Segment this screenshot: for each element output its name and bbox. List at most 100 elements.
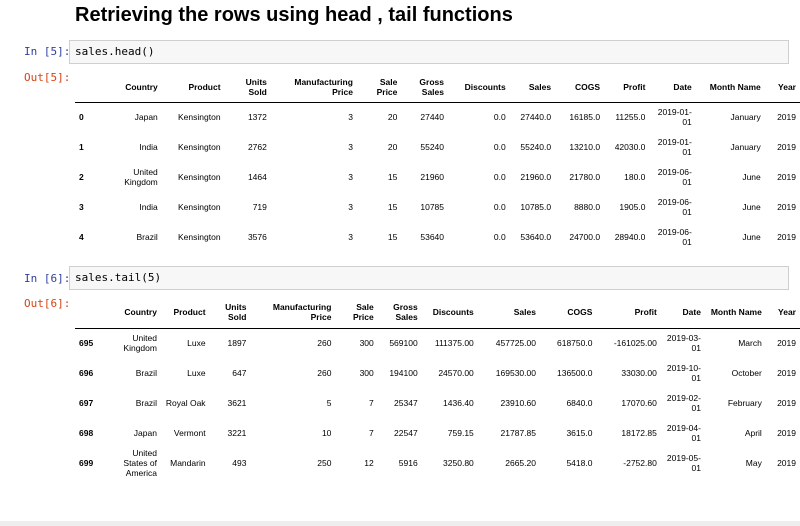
table-cell: 24570.00 [438,368,474,378]
table-cell: 3 [348,142,353,152]
table-row: 4 Brazil Kensington 3576 3 15 53640 0.0 53640.0 2… [75,222,800,252]
table-cell: 53640.0 [520,232,552,242]
input-prompt: In [6]: [24,272,71,285]
table-cell: 5916 [398,458,418,468]
table-header-row: Country Product Units Sold Manufacturing Pr… [75,297,800,328]
column-header: Gross Sales [419,76,444,97]
table-cell: Luxe [187,338,206,349]
table-cell: 136500.0 [557,368,593,378]
table-cell: 194100 [389,368,418,378]
table-cell: 2019-04-01 [666,423,701,443]
table-cell: 0.0 [493,232,506,242]
table-row: 699 United States of America Mandarin 493 25… [75,448,800,478]
table-cell: 5418.0 [566,458,593,468]
dataframe-output-table: Country Product Units Sold Manufacturing Pr… [75,297,800,478]
code-input-cell[interactable]: sales.tail(5) [69,266,789,290]
table-cell: 2019 [777,368,796,378]
table-cell: Kensington [178,232,221,242]
column-header: Product [188,81,221,92]
table-cell: 5 [326,398,332,408]
table-cell: 17070.60 [621,398,657,408]
row-index: 3 [79,202,84,212]
table-cell: 2019 [777,142,796,152]
table-cell: 0.0 [493,112,506,123]
table-cell: 55240 [420,142,444,152]
table-cell: 23910.60 [500,398,536,408]
table-cell: 55240.0 [520,142,552,152]
table-cell: Royal Oak [165,398,206,408]
table-cell: 2762 [247,142,267,152]
table-cell: 25347 [394,398,418,408]
table-cell: 21960.0 [520,172,552,182]
table-cell: 21780.0 [569,172,601,182]
column-header: Units Sold [225,302,247,323]
table-cell: 0.0 [493,142,506,152]
table-cell: 759.15 [447,428,474,438]
table-cell: 20 [387,112,398,123]
table-cell: 2019 [777,458,796,468]
table-cell: 493 [232,458,247,468]
table-cell: 2019-05-01 [666,453,701,473]
row-index: 699 [79,458,94,468]
table-cell: 3250.80 [443,458,474,468]
table-cell: Japan [133,428,157,438]
table-cell: 15 [387,202,398,212]
column-header: Discounts [464,81,506,92]
table-cell: 3 [348,112,353,123]
table-cell: India [139,142,158,152]
table-cell: 33030.00 [621,368,657,378]
table-cell: 0.0 [493,172,506,182]
table-cell: 10 [321,428,332,438]
table-cell: 111375.00 [434,338,474,349]
column-header: Manufacturing Price [272,302,332,323]
table-header-row: Country Product Units Sold Manufacturing Pr… [75,72,800,102]
table-cell: 180.0 [624,172,646,182]
table-cell: Kensington [178,202,221,212]
table-cell: 15 [387,232,398,242]
table-cell: Luxe [187,368,206,378]
table-cell: Vermont [173,428,206,438]
table-cell: 10785.0 [520,202,552,212]
table-cell: 719 [252,202,267,212]
column-header: Discounts [432,307,474,318]
table-cell: United States of America [123,448,157,478]
table-row: 695 United Kingdom Luxe 1897 260 300 569100 111… [75,328,800,358]
column-header: Country [125,81,158,92]
table-cell: June [742,202,761,212]
table-cell: 2019-10-01 [666,363,701,383]
table-cell: 8880.0 [574,202,601,212]
table-cell: February [727,398,762,408]
table-cell: 7 [369,398,374,408]
table-cell: 2019-06-01 [657,167,692,187]
table-cell: Kensington [178,112,221,123]
table-cell: 3621 [227,398,247,408]
table-cell: 15 [387,172,398,182]
table-cell: 1905.0 [619,202,646,212]
table-cell: January [730,142,761,152]
table-cell: March [738,338,762,349]
table-cell: 3576 [247,232,267,242]
table-cell: 22547 [394,428,418,438]
table-cell: 16185.0 [569,112,601,123]
table-cell: 2019-03-01 [666,333,701,354]
table-cell: 10785 [420,202,444,212]
table-cell: April [744,428,762,438]
output-prompt: Out[5]: [24,71,71,84]
table-cell: 0.0 [493,202,506,212]
table-cell: May [745,458,762,468]
table-cell: 260 [317,338,332,349]
table-cell: 20 [387,142,398,152]
table-cell: 2019 [777,232,796,242]
column-header: Year [778,81,796,92]
table-cell: Brazil [135,368,157,378]
table-cell: 3615.0 [566,428,593,438]
table-cell: 250 [317,458,332,468]
table-cell: Brazil [135,398,157,408]
table-cell: 300 [359,338,374,349]
table-cell: 13210.0 [569,142,601,152]
table-cell: 2019 [777,428,796,438]
table-cell: Kensington [178,142,221,152]
table-cell: 21787.85 [500,428,536,438]
code-input-cell[interactable]: sales.head() [69,40,789,64]
table-cell: 647 [232,368,247,378]
